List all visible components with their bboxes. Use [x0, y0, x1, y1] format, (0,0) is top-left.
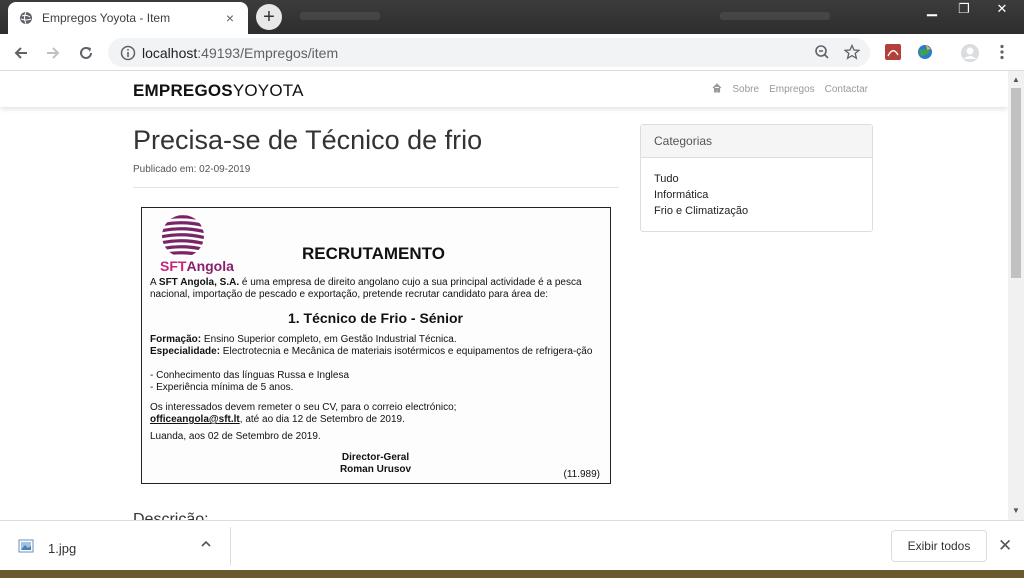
info-icon[interactable]: [120, 45, 136, 61]
description-heading: Descrição:: [133, 511, 209, 520]
minimize-button[interactable]: ▁: [916, 0, 948, 20]
post-title: Precisa-se de Técnico de frio: [133, 125, 483, 155]
categories-list: Tudo Informática Frio e Climatização: [641, 158, 872, 232]
download-separator: [230, 527, 231, 565]
ad-place-date: Luanda, aos 02 de Setembro de 2019.: [150, 431, 321, 442]
url-path: :49193/Empregos/item: [197, 44, 339, 61]
ad-formacao: Formação: Ensino Superior completo, em G…: [150, 334, 602, 346]
category-tudo[interactable]: Tudo: [654, 171, 859, 187]
logo-wordmark: SFTAngola: [160, 258, 234, 274]
profile-avatar-icon[interactable]: [960, 43, 980, 63]
scroll-thumb[interactable]: [1011, 88, 1021, 278]
post-date: Publicado em: 02-09-2019: [133, 164, 251, 175]
home-icon[interactable]: [712, 83, 722, 96]
logo-sphere-icon: [162, 215, 204, 257]
ad-especialidade-value: Electrotecnia e Mecânica de materiais is…: [220, 346, 593, 357]
divider: [133, 187, 619, 188]
brand-light: YOYOTA: [232, 81, 304, 100]
blurred-tab: [720, 12, 830, 20]
browser-toolbar: localhost:49193/Empregos/item: [0, 34, 1024, 71]
ad-role: 1. Técnico de Frio - Sénior: [287, 310, 464, 326]
menu-kebab-icon[interactable]: [993, 43, 1013, 63]
nav-link-contactar[interactable]: Contactar: [825, 84, 868, 95]
window-controls: ▁ ❐ ✕: [916, 0, 1024, 20]
browser-tab[interactable]: Empregos Yoyota - Item ×: [8, 2, 248, 34]
ad-req-experience: - Experiência mínima de 5 anos.: [150, 382, 294, 393]
new-tab-button[interactable]: +: [256, 4, 282, 30]
ad-intro-start: A: [150, 277, 159, 288]
nav-link-empregos[interactable]: Empregos: [769, 84, 815, 95]
company-logo: SFTAngola: [160, 214, 250, 274]
forward-icon[interactable]: [42, 42, 64, 64]
pdf-extension-icon[interactable]: [884, 43, 904, 63]
close-download-bar-icon[interactable]: ✕: [998, 536, 1012, 556]
ad-reference: (11.989): [563, 469, 600, 480]
page-scrollbar[interactable]: ▲ ▼: [1008, 71, 1024, 520]
address-bar[interactable]: localhost:49193/Empregos/item: [108, 38, 870, 67]
web-page: EMPREGOSYOYOTA Sobre Empregos Contactar …: [0, 71, 1008, 520]
show-all-downloads-button[interactable]: Exibir todos: [891, 530, 987, 562]
download-bar: 1.jpg Exibir todos ✕: [0, 520, 1024, 570]
nav-link-sobre[interactable]: Sobre: [732, 84, 759, 95]
ad-formacao-label: Formação:: [150, 334, 202, 345]
window-close-button[interactable]: ✕: [980, 0, 1024, 20]
omnibox-actions: [814, 43, 861, 65]
site-brand[interactable]: EMPREGOSYOYOTA: [133, 81, 304, 101]
tab-title: Empregos Yoyota - Item: [42, 11, 171, 25]
url-host: localhost: [142, 44, 198, 61]
ad-signer-title: Director-Geral: [341, 452, 410, 463]
category-informatica[interactable]: Informática: [654, 187, 859, 203]
ad-contact: Os interessados devem remeter o seu CV, …: [150, 402, 457, 413]
url-text: localhost:49193/Empregos/item: [142, 45, 338, 61]
globe-icon: [18, 10, 34, 26]
ad-heading: RECRUTAMENTO: [302, 244, 445, 263]
logo-sft: SFT: [160, 258, 187, 274]
brand-bold: EMPREGOS: [133, 81, 233, 100]
ad-company: SFT Angola, S.A.: [158, 277, 240, 288]
ad-email: officeangola@sft.lt: [150, 414, 240, 425]
job-ad-image: SFTAngola RECRUTAMENTO A SFT Angola, S.A…: [141, 207, 611, 484]
site-navbar: EMPREGOSYOYOTA Sobre Empregos Contactar: [0, 71, 1008, 107]
bookmark-star-icon[interactable]: [843, 43, 861, 65]
ad-req-languages: - Conhecimento das línguas Russa e Ingle…: [150, 370, 350, 381]
ad-deadline: , até ao dia 12 de Setembro de 2019.: [239, 414, 405, 425]
zoom-icon[interactable]: [814, 44, 830, 65]
ad-formacao-value: Ensino Superior completo, em Gestão Indu…: [201, 334, 457, 345]
scroll-up-icon[interactable]: ▲: [1008, 73, 1024, 87]
reload-icon[interactable]: [75, 42, 97, 64]
ad-contact-email: officeangola@sft.lt, até ao dia 12 de Se…: [150, 414, 602, 426]
chevron-up-icon[interactable]: [200, 538, 212, 553]
os-taskbar: [0, 570, 1024, 578]
ad-especialidade-label: Especialidade:: [150, 346, 221, 357]
ad-signer-name: Roman Urusov: [339, 464, 412, 475]
tab-close-icon[interactable]: ×: [222, 10, 238, 26]
categories-heading: Categorias: [641, 125, 872, 158]
image-file-icon: [18, 538, 34, 559]
ad-intro: A SFT Angola, S.A. é uma empresa de dire…: [150, 277, 602, 301]
tab-strip: Empregos Yoyota - Item × + ▁ ❐ ✕: [0, 0, 1024, 34]
nav-links: Sobre Empregos Contactar: [712, 83, 868, 96]
scroll-down-icon[interactable]: ▼: [1008, 504, 1024, 518]
category-frio-climatizacao[interactable]: Frio e Climatização: [654, 203, 859, 219]
categories-panel: Categorias Tudo Informática Frio e Clima…: [640, 124, 873, 232]
download-file-name: 1.jpg: [48, 541, 77, 556]
globe-extension-icon[interactable]: [916, 43, 936, 63]
download-item[interactable]: 1.jpg: [18, 538, 76, 559]
logo-angola: Angola: [186, 258, 234, 274]
blurred-tab: [300, 12, 380, 20]
restore-button[interactable]: ❐: [948, 0, 980, 20]
back-icon[interactable]: [10, 42, 32, 64]
ad-especialidade: Especialidade: Electrotecnia e Mecânica …: [150, 346, 602, 358]
